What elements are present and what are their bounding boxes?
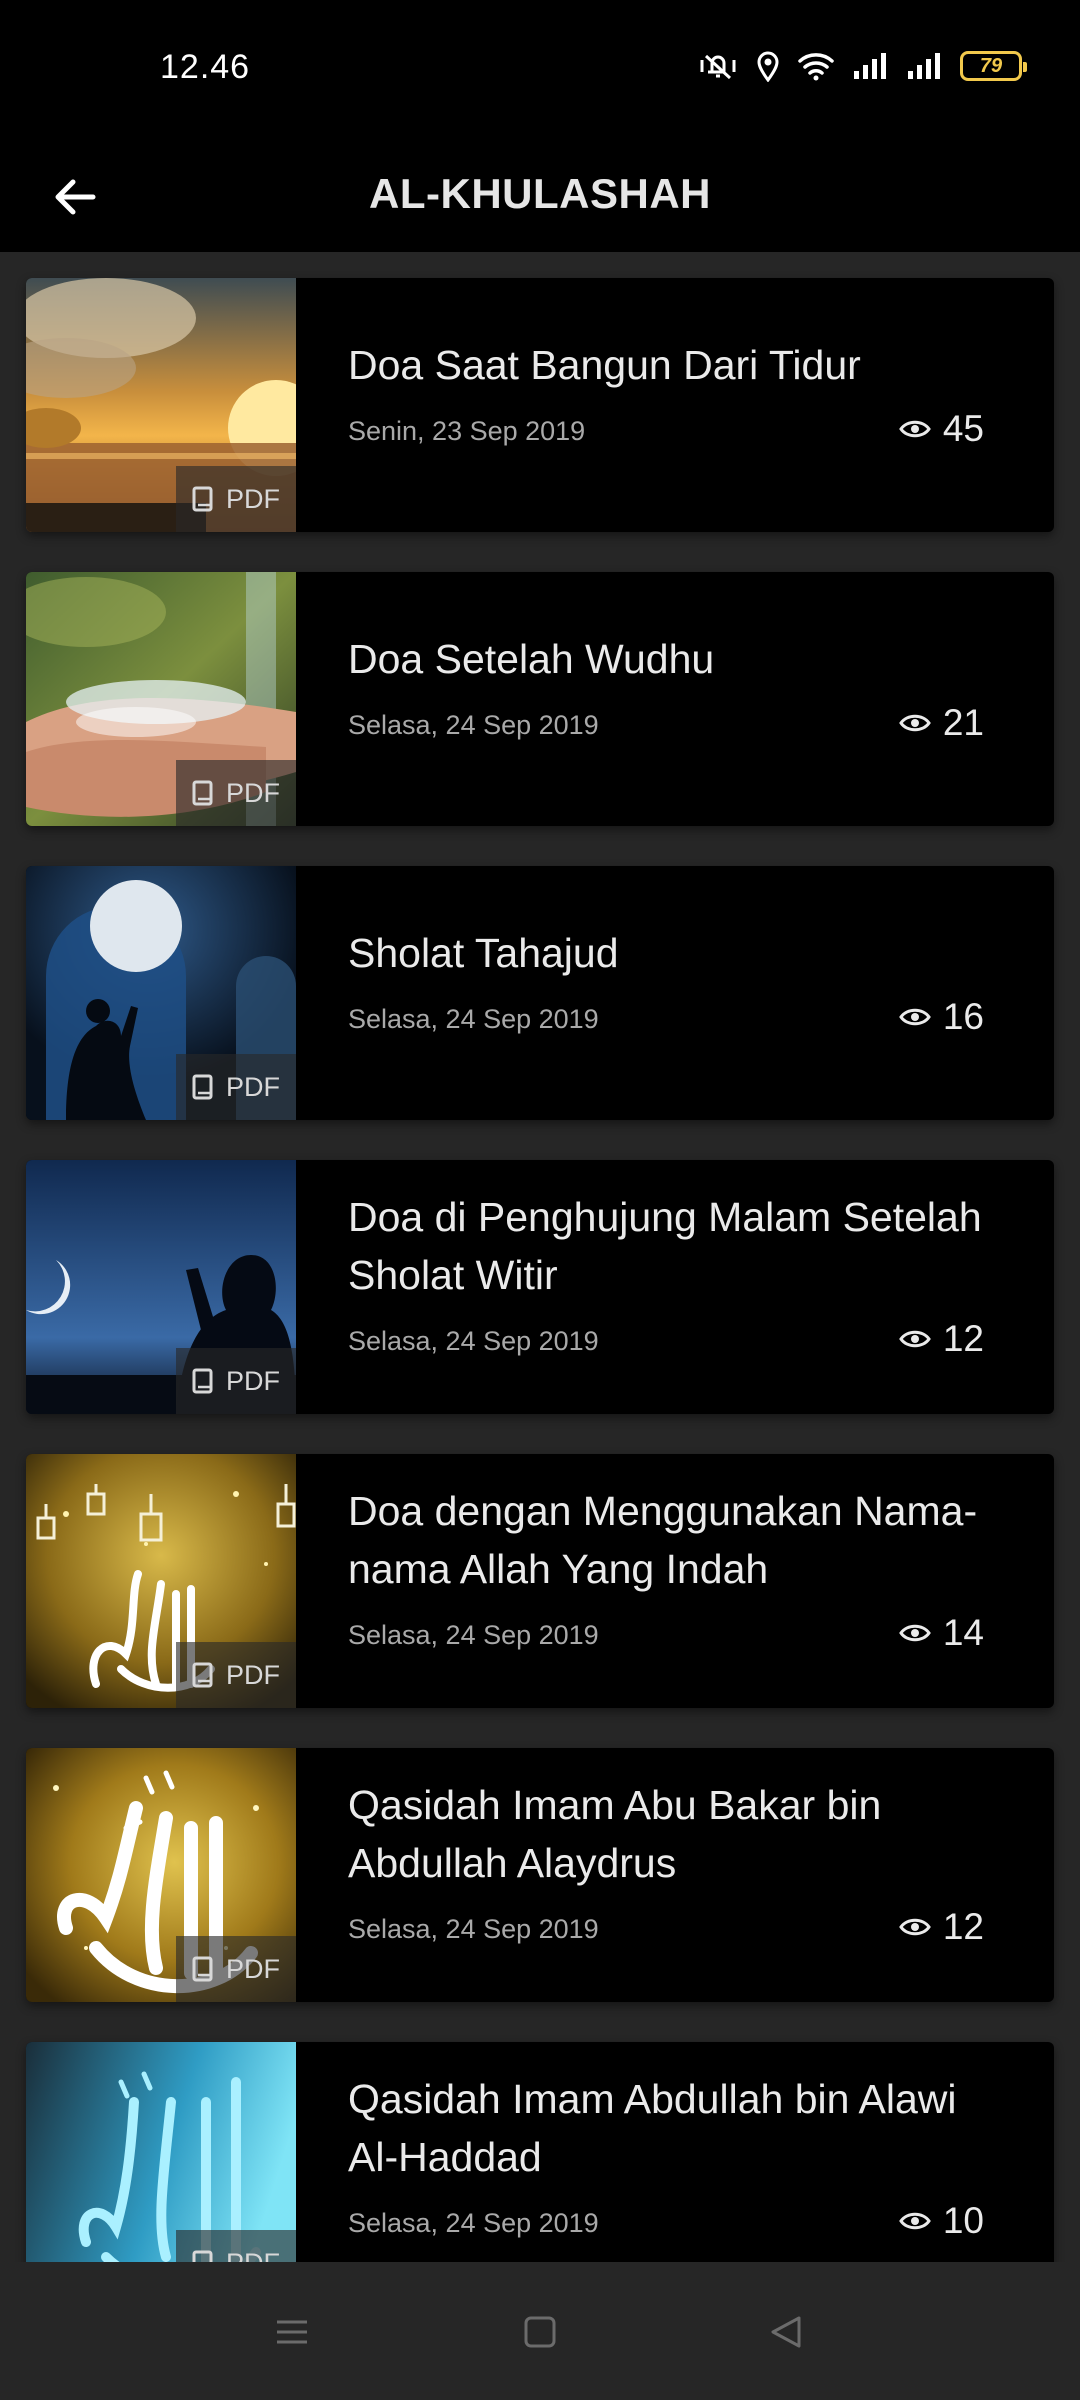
list-item[interactable]: PDF Doa di Penghujung Malam Setelah Shol… [26,1160,1054,1414]
view-count-value: 16 [942,996,984,1037]
book-icon [192,1368,213,1394]
eye-icon [899,1008,931,1026]
pdf-label: PDF [226,2248,280,2263]
back-triangle-icon [771,2316,801,2348]
battery-icon: 79 [960,51,1027,81]
list-item[interactable]: PDF Qasidah Imam Abdullah bin Alawi Al-H… [26,2042,1054,2262]
pdf-badge: PDF [176,1054,296,1120]
pdf-label: PDF [226,1071,280,1102]
list-item[interactable]: PDF Sholat Tahajud Selasa, 24 Sep 2019 1… [26,866,1054,1120]
eye-icon [899,1918,931,1936]
home-button[interactable] [510,2302,570,2362]
item-date: Selasa, 24 Sep 2019 [348,2208,599,2238]
eye-icon [899,1624,931,1642]
pdf-label: PDF [226,483,280,514]
pdf-label: PDF [226,1659,280,1690]
view-count-value: 12 [942,1318,984,1359]
status-bar: 12.46 79 [0,0,1080,140]
book-icon [192,1662,213,1688]
battery-level: 79 [979,54,1003,77]
pdf-badge: PDF [176,760,296,826]
back-nav-button[interactable] [756,2302,816,2362]
system-nav-bar [0,2262,1080,2400]
thumbnail: PDF [26,1454,296,1708]
view-count-value: 14 [942,1612,984,1653]
item-title: Qasidah Imam Abu Bakar bin Abdullah Alay… [348,1782,882,1886]
thumbnail: PDF [26,1748,296,2002]
list-item[interactable]: PDF Doa Saat Bangun Dari Tidur Senin, 23… [26,278,1054,532]
view-count: 45 [899,408,984,450]
eye-icon [899,714,931,732]
view-count-value: 21 [942,702,984,743]
thumbnail-image [26,2042,296,2262]
item-date: Selasa, 24 Sep 2019 [348,1620,599,1650]
item-date: Senin, 23 Sep 2019 [348,416,586,446]
list-item[interactable]: PDF Doa Setelah Wudhu Selasa, 24 Sep 201… [26,572,1054,826]
view-count: 14 [899,1612,984,1654]
eye-icon [899,420,931,438]
book-icon [192,780,213,806]
view-count: 12 [899,1906,984,1948]
list-item[interactable]: PDF Doa dengan Menggunakan Nama-nama All… [26,1454,1054,1708]
app-bar: AL-KHULASHAH [0,140,1080,252]
page-title: AL-KHULASHAH [369,170,711,217]
book-icon [192,2250,213,2262]
pdf-label: PDF [226,777,280,808]
item-title: Doa di Penghujung Malam Setelah Sholat W… [348,1194,982,1298]
mute-vibrate-icon [698,50,738,82]
pdf-label: PDF [226,1365,280,1396]
signal-icon [852,51,888,81]
status-time: 12.46 [160,48,251,86]
book-icon [192,486,213,512]
view-count: 10 [899,2200,984,2242]
item-date: Selasa, 24 Sep 2019 [348,1326,599,1356]
home-square-icon [524,2316,556,2348]
pdf-badge: PDF [176,1642,296,1708]
item-title: Sholat Tahajud [348,930,619,976]
pdf-badge: PDF [176,466,296,532]
eye-icon [899,1330,931,1348]
book-icon [192,1956,213,1982]
wifi-icon [798,51,834,81]
signal-icon [906,51,942,81]
pdf-badge: PDF [176,1936,296,2002]
view-count: 21 [899,702,984,744]
item-date: Selasa, 24 Sep 2019 [348,1914,599,1944]
pdf-badge: PDF [176,1348,296,1414]
book-icon [192,1074,213,1100]
location-icon [756,50,780,82]
view-count-value: 45 [942,408,984,449]
view-count: 16 [899,996,984,1038]
view-count-value: 10 [942,2200,984,2241]
view-count-value: 12 [942,1906,984,1947]
item-date: Selasa, 24 Sep 2019 [348,710,599,740]
view-count: 12 [899,1318,984,1360]
pdf-label: PDF [226,1953,280,1984]
pdf-badge: PDF [176,2230,296,2262]
menu-icon [277,2320,307,2344]
list-item[interactable]: PDF Qasidah Imam Abu Bakar bin Abdullah … [26,1748,1054,2002]
item-title: Qasidah Imam Abdullah bin Alawi Al-Hadda… [348,2076,957,2180]
item-title: Doa dengan Menggunakan Nama-nama Allah Y… [348,1488,978,1592]
thumbnail: PDF [26,866,296,1120]
item-date: Selasa, 24 Sep 2019 [348,1004,599,1034]
thumbnail: PDF [26,572,296,826]
article-list: PDF Doa Saat Bangun Dari Tidur Senin, 23… [0,252,1080,2262]
status-icons: 79 [698,50,1027,82]
thumbnail: PDF [26,278,296,532]
item-title: Doa Setelah Wudhu [348,636,715,682]
item-title: Doa Saat Bangun Dari Tidur [348,342,861,388]
thumbnail: PDF [26,1160,296,1414]
thumbnail: PDF [26,2042,296,2262]
menu-button[interactable] [262,2302,322,2362]
eye-icon [899,2212,931,2230]
